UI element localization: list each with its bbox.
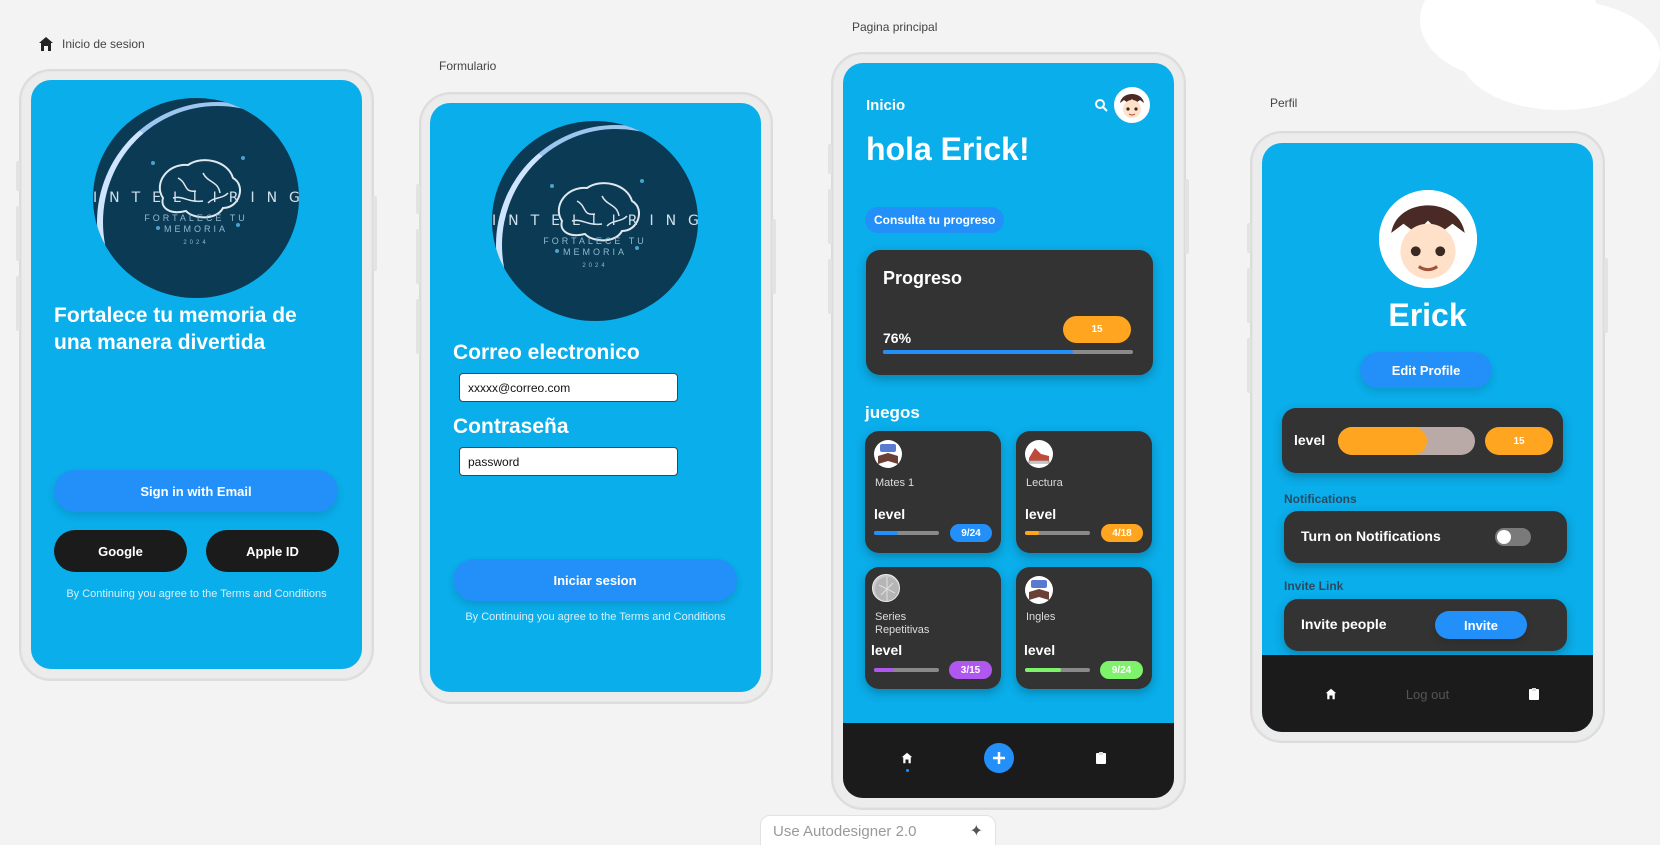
progress-chip[interactable]: Consulta tu progreso [865, 207, 1005, 233]
home-icon [39, 37, 53, 51]
game-level-label: level [874, 506, 906, 522]
avatar [1379, 190, 1477, 288]
greeting: hola Erick! [866, 131, 1030, 167]
level-badge: 15 [1063, 316, 1131, 343]
level-badge: 15 [1485, 427, 1553, 455]
frame-label-home: Pagina principal [852, 20, 938, 34]
app-logo: INTELLIRING FORTALECE TU MEMORIA 2024 [93, 98, 299, 298]
game-card[interactable]: Series Repetitivas level 3/15 [865, 567, 1001, 689]
sparkle-icon: ✦ [969, 823, 983, 840]
edit-profile-button[interactable]: Edit Profile [1360, 352, 1492, 388]
plus-icon [993, 752, 1005, 764]
invite-button[interactable]: Invite [1435, 611, 1527, 639]
logo-brand: INTELLIRING [93, 190, 299, 206]
logo-subtitle: FORTALECE TU MEMORIA [144, 213, 248, 234]
game-count-badge: 9/24 [950, 524, 992, 542]
profile-screen: Erick Edit Profile level 15 Notification… [1262, 143, 1593, 732]
game-progress-bar [1025, 531, 1090, 535]
frame-label-form: Formulario [439, 59, 497, 73]
profile-name: Erick [1388, 297, 1467, 333]
level-bar-fill [1338, 427, 1428, 455]
book-icon [1025, 576, 1053, 604]
notifications-card: Turn on Notifications [1284, 511, 1567, 563]
clipboard-icon[interactable] [1525, 685, 1543, 703]
game-card[interactable]: Mates 1 level 9/24 [865, 431, 1001, 553]
app-logo: INTELLIRING FORTALECE TU MEMORIA 2024 [492, 121, 698, 321]
logo-year: 2024 [183, 240, 209, 246]
notifications-label: Turn on Notifications [1301, 528, 1441, 544]
progress-card-title: Progreso [883, 268, 963, 288]
apple-id-button[interactable]: Apple ID [206, 530, 339, 572]
progress-percent: 76% [883, 330, 912, 346]
logo-subtitle: FORTALECE TU MEMORIA [543, 236, 647, 257]
notifications-toggle[interactable] [1495, 528, 1531, 546]
game-count-badge: 4/18 [1101, 524, 1143, 542]
game-progress-fill [874, 668, 894, 672]
email-field[interactable]: xxxxx@correo.com [459, 373, 678, 402]
invite-card: Invite people Invite [1284, 599, 1567, 651]
game-name: Series Repetitivas [875, 611, 930, 636]
home-tab-indicator [906, 769, 909, 772]
book-icon [874, 440, 902, 468]
terms-text: By Continuing you agree to the Terms and… [66, 588, 327, 600]
add-button[interactable] [984, 743, 1014, 773]
pattern-icon [872, 574, 900, 602]
game-progress-fill [1025, 531, 1040, 535]
level-card: level 15 [1282, 408, 1563, 473]
game-name: Lectura [1026, 477, 1063, 489]
game-count-badge: 3/15 [949, 661, 992, 679]
game-progress-fill [874, 531, 899, 535]
game-progress-bar [874, 668, 939, 672]
progress-bar [883, 350, 1133, 354]
invite-label: Invite people [1301, 616, 1387, 632]
decorative-cloud [1460, 0, 1660, 110]
avatar[interactable] [1114, 87, 1150, 123]
game-level-label: level [1025, 506, 1057, 522]
frame-label-profile: Perfil [1270, 96, 1298, 110]
game-count-badge: 9/24 [1100, 661, 1143, 679]
form-screen: INTELLIRING FORTALECE TU MEMORIA 2024 Cor… [430, 103, 761, 692]
notifications-section-title: Notifications [1284, 492, 1357, 506]
login-screen: INTELLIRING FORTALECE TU MEMORIA 2024 For… [31, 80, 362, 669]
google-button[interactable]: Google [54, 530, 187, 572]
game-progress-bar [1025, 668, 1090, 672]
game-name: Mates 1 [875, 477, 915, 489]
game-level-label: level [1024, 642, 1056, 658]
home-tab-icon[interactable] [898, 749, 916, 767]
search-icon[interactable] [1094, 98, 1108, 112]
email-label: Correo electronico [453, 341, 640, 364]
login-headline: Fortalece tu memoria de una manera diver… [54, 304, 297, 354]
games-title: juegos [865, 403, 920, 422]
logo-year: 2024 [582, 263, 608, 269]
clipboard-icon[interactable] [1092, 749, 1110, 767]
password-field[interactable]: password [459, 447, 678, 476]
bottom-tab-bar: Log out [1262, 655, 1593, 732]
level-label: level [1294, 432, 1326, 448]
game-progress-bar [874, 531, 939, 535]
frame-label-login: Inicio de sesion [38, 36, 145, 52]
shoe-icon [1025, 440, 1053, 468]
game-name: Ingles [1026, 611, 1056, 623]
progress-bar-fill [883, 350, 1073, 354]
invite-section-title: Invite Link [1284, 579, 1344, 593]
game-card[interactable]: Ingles level 9/24 [1016, 567, 1152, 689]
terms-text: By Continuing you agree to the Terms and… [465, 611, 726, 623]
level-bar [1338, 427, 1475, 455]
autodesigner-bar[interactable]: Use Autodesigner 2.0 ✦ [760, 815, 996, 845]
home-header-title: Inicio [866, 97, 906, 114]
game-progress-fill [1025, 668, 1061, 672]
sign-in-email-button[interactable]: Sign in with Email [54, 470, 338, 512]
iniciar-sesion-button[interactable]: Iniciar sesion [453, 559, 737, 601]
game-level-label: level [871, 642, 903, 658]
home-screen: Inicio hola Erick! Consulta tu progreso … [843, 63, 1174, 798]
logo-brand: INTELLIRING [492, 213, 698, 229]
password-label: Contraseña [453, 415, 569, 438]
progress-card: Progreso 76% 15 [866, 250, 1153, 375]
bottom-tab-bar [843, 723, 1174, 798]
game-card[interactable]: Lectura level 4/18 [1016, 431, 1152, 553]
logout-button[interactable]: Log out [1262, 687, 1593, 702]
